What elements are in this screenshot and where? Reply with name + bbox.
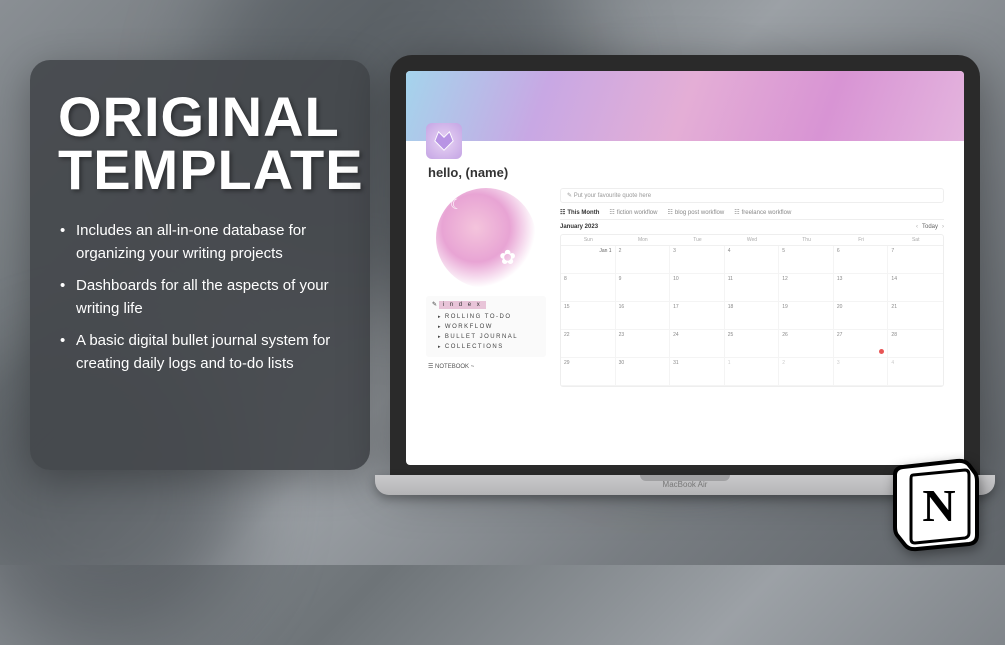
calendar-tabs: ☷This Month ☷fiction workflow ☷blog post… — [560, 209, 944, 220]
crystal-icon — [426, 123, 462, 159]
notion-logo-letter: N — [922, 480, 955, 531]
right-column: Put your favourite quote here ☷This Mont… — [560, 188, 944, 387]
calendar-cell[interactable]: 27 — [834, 330, 889, 358]
calendar-cell[interactable]: 21 — [888, 302, 943, 330]
calendar-dayname: Fri — [834, 235, 889, 246]
calendar-cell[interactable]: 20 — [834, 302, 889, 330]
promo-bullet: Dashboards for all the aspects of your w… — [76, 275, 342, 320]
tab-icon: ☷ — [667, 209, 672, 216]
calendar-cell[interactable]: 13 — [834, 274, 889, 302]
tab-icon: ☷ — [560, 209, 565, 216]
calendar-cell[interactable]: 8 — [561, 274, 616, 302]
calendar-cell[interactable]: Jan 1 — [561, 246, 616, 274]
index-item[interactable]: BULLET JOURNAL — [432, 332, 540, 342]
calendar-cell[interactable]: 26 — [779, 330, 834, 358]
notebook-link[interactable]: ☰ NOTEBOOK ~ — [426, 363, 546, 370]
laptop-mockup: hello, (name) ✿ ✎ i n d e x ROLLING TO-D… — [390, 55, 980, 515]
calendar-cell[interactable]: 5 — [779, 246, 834, 274]
calendar-cell[interactable]: 10 — [670, 274, 725, 302]
promo-bullet: Includes an all-in-one database for orga… — [76, 220, 342, 265]
promo-title-line2: TEMPLATE — [58, 143, 342, 196]
tab-blog-workflow[interactable]: ☷blog post workflow — [667, 209, 724, 216]
calendar-cell[interactable]: 7 — [888, 246, 943, 274]
calendar-cell[interactable]: 3 — [670, 246, 725, 274]
calendar-grid: SunMonTueWedThuFriSat Jan 12345678910111… — [560, 234, 944, 387]
calendar-cell[interactable]: 1 — [725, 358, 780, 386]
calendar-cell[interactable]: 29 — [561, 358, 616, 386]
calendar-cell[interactable]: 31 — [670, 358, 725, 386]
calendar-dayname: Tue — [670, 235, 725, 246]
quote-input[interactable]: Put your favourite quote here — [560, 188, 944, 203]
laptop-screen-frame: hello, (name) ✿ ✎ i n d e x ROLLING TO-D… — [390, 55, 980, 475]
left-column: ✿ ✎ i n d e x ROLLING TO-DO WORKFLOW BUL… — [426, 188, 546, 387]
calendar-dayname: Mon — [616, 235, 671, 246]
laptop-label: MacBook Air — [663, 480, 708, 489]
calendar-cell[interactable]: 19 — [779, 302, 834, 330]
calendar-cell[interactable]: 25 — [725, 330, 780, 358]
index-item[interactable]: ROLLING TO-DO — [432, 312, 540, 322]
calendar-cell[interactable]: 24 — [670, 330, 725, 358]
tab-icon: ☷ — [609, 209, 614, 216]
promo-bullet: A basic digital bullet journal system fo… — [76, 330, 342, 375]
calendar-cell[interactable]: 2 — [779, 358, 834, 386]
calendar-cell[interactable]: 3 — [834, 358, 889, 386]
calendar-nav: ‹ Today › — [916, 224, 944, 230]
calendar-cell[interactable]: 30 — [616, 358, 671, 386]
calendar-cell[interactable]: 22 — [561, 330, 616, 358]
promo-bullet-list: Includes an all-in-one database for orga… — [58, 220, 342, 375]
index-title: i n d e x — [439, 301, 486, 309]
calendar-today-button[interactable]: Today — [922, 224, 938, 230]
tab-icon: ☷ — [734, 209, 739, 216]
calendar-prev-icon[interactable]: ‹ — [916, 224, 918, 230]
calendar-event-dot — [879, 349, 884, 354]
calendar-dayname: Sun — [561, 235, 616, 246]
calendar-cell[interactable]: 11 — [725, 274, 780, 302]
page-body: hello, (name) ✿ ✎ i n d e x ROLLING TO-D… — [406, 141, 964, 395]
calendar-cell[interactable]: 4 — [725, 246, 780, 274]
page-banner — [406, 71, 964, 141]
tab-freelance-workflow[interactable]: ☷freelance workflow — [734, 209, 791, 216]
calendar-cell[interactable]: 15 — [561, 302, 616, 330]
calendar-header: January 2023 ‹ Today › — [560, 220, 944, 234]
calendar-dayname: Sat — [888, 235, 943, 246]
index-item[interactable]: COLLECTIONS — [432, 342, 540, 352]
promo-title-line1: ORIGINAL — [58, 90, 342, 143]
calendar-next-icon[interactable]: › — [942, 224, 944, 230]
calendar-cell[interactable]: 18 — [725, 302, 780, 330]
calendar-cell[interactable]: 2 — [616, 246, 671, 274]
page-greeting: hello, (name) — [428, 165, 944, 180]
calendar-cell[interactable]: 6 — [834, 246, 889, 274]
index-item[interactable]: WORKFLOW — [432, 322, 540, 332]
calendar-cell[interactable]: 14 — [888, 274, 943, 302]
promo-title: ORIGINAL TEMPLATE — [58, 90, 342, 196]
tab-fiction-workflow[interactable]: ☷fiction workflow — [609, 209, 657, 216]
calendar-month: January 2023 — [560, 224, 598, 230]
tab-this-month[interactable]: ☷This Month — [560, 209, 599, 216]
index-box: ✎ i n d e x ROLLING TO-DO WORKFLOW BULLE… — [426, 296, 546, 357]
calendar-cell[interactable]: 23 — [616, 330, 671, 358]
calendar-dayname: Wed — [725, 235, 780, 246]
promo-card: ORIGINAL TEMPLATE Includes an all-in-one… — [30, 60, 370, 470]
calendar-cell[interactable]: 28 — [888, 330, 943, 358]
decorative-crystal-image: ✿ — [436, 188, 536, 288]
calendar-cell[interactable]: 9 — [616, 274, 671, 302]
calendar-cell[interactable]: 12 — [779, 274, 834, 302]
notion-logo-icon: N — [885, 453, 985, 553]
calendar-cell[interactable]: 4 — [888, 358, 943, 386]
calendar-cell[interactable]: 17 — [670, 302, 725, 330]
calendar-cell[interactable]: 16 — [616, 302, 671, 330]
app-screen: hello, (name) ✿ ✎ i n d e x ROLLING TO-D… — [406, 71, 964, 465]
calendar-dayname: Thu — [779, 235, 834, 246]
